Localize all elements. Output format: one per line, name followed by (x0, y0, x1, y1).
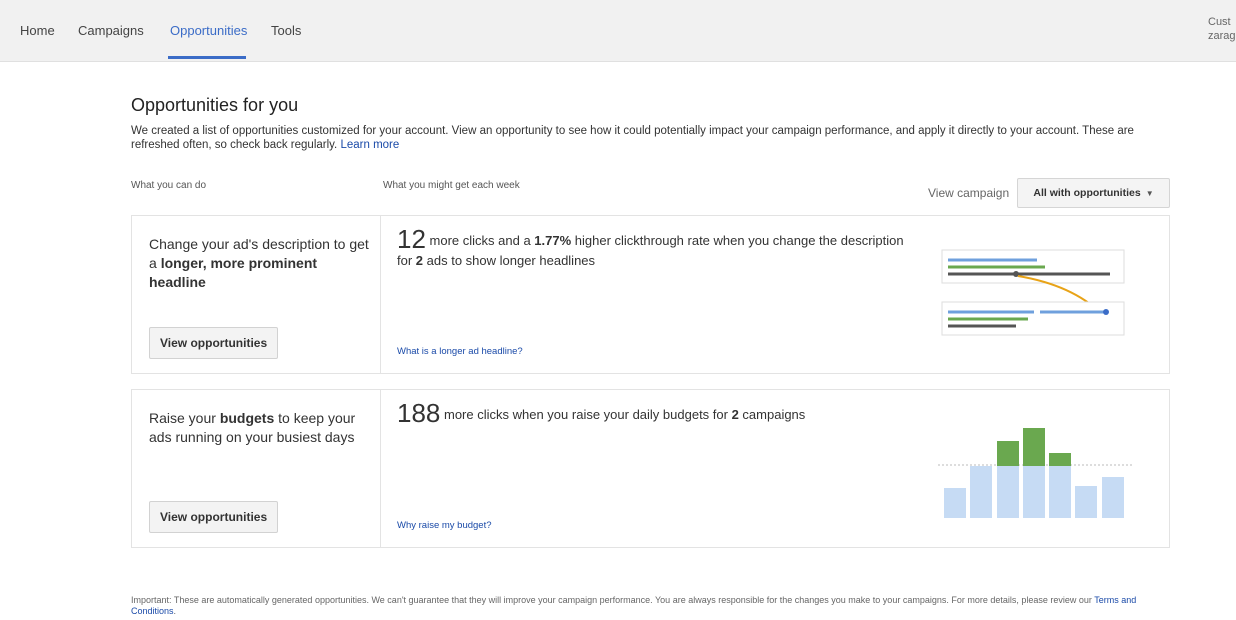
opportunity-card-headline: Change your ad's description to get a lo… (131, 215, 1170, 374)
learn-more-link[interactable]: Learn more (340, 139, 399, 151)
intro-text: We created a list of opportunities custo… (131, 124, 1151, 152)
opportunity-description: Raise your budgets to keep your ads runn… (149, 409, 374, 447)
tab-campaigns[interactable]: Campaigns (78, 23, 144, 38)
view-opportunities-button[interactable]: View opportunities (149, 501, 279, 533)
benefit-number: 188 (397, 398, 441, 428)
longer-headline-help-link[interactable]: What is a longer ad headline? (397, 346, 523, 357)
intro-body: We created a list of opportunities custo… (131, 125, 1134, 151)
benefit-text: ads to show longer headlines (423, 253, 596, 268)
view-opportunities-button[interactable]: View opportunities (149, 327, 279, 359)
campaign-filter-dropdown[interactable]: All with opportunities ▼ (1017, 178, 1170, 208)
active-tab-indicator (168, 56, 246, 59)
opportunity-benefit: 188 more clicks when you raise your dail… (397, 400, 917, 426)
benefit-highlight: 1.77% (534, 233, 572, 248)
disclaimer-end: . (173, 606, 177, 616)
opportunity-description: Change your ad's description to get a lo… (149, 235, 374, 292)
column-header-what-you-might-get: What you might get each week (383, 180, 520, 191)
top-navigation: Home Campaigns Opportunities Tools Cust … (0, 0, 1236, 62)
raise-budget-help-link[interactable]: Why raise my budget? (397, 520, 492, 531)
footer-disclaimer: Important: These are automatically gener… (131, 595, 1171, 617)
benefit-highlight: 2 (731, 407, 739, 422)
account-info[interactable]: Cust zarago (1208, 15, 1236, 43)
description-text: Raise your (149, 410, 220, 426)
card-left-panel: Change your ad's description to get a lo… (132, 216, 381, 373)
campaign-filter-value: All with opportunities (1033, 187, 1141, 199)
benefit-text: campaigns (738, 407, 806, 422)
description-highlight: budgets (219, 410, 275, 426)
budget-bar-chart-icon (938, 428, 1134, 518)
benefit-text: more clicks when you raise your daily bu… (440, 407, 732, 422)
opportunity-card-budget: Raise your budgets to keep your ads runn… (131, 389, 1170, 548)
benefit-text: more clicks and a (425, 233, 535, 248)
card-left-panel: Raise your budgets to keep your ads runn… (132, 390, 381, 547)
account-name-line1: Cust (1208, 16, 1231, 28)
opportunity-benefit: 12 more clicks and a 1.77% higher clickt… (397, 226, 917, 271)
tab-opportunities[interactable]: Opportunities (170, 23, 247, 38)
tab-tools[interactable]: Tools (271, 23, 301, 38)
view-campaign-label: View campaign (928, 186, 1010, 200)
benefit-highlight: 2 (415, 253, 424, 268)
page-title: Opportunities for you (131, 95, 299, 115)
account-name-line2: zarago (1208, 30, 1236, 42)
description-highlight: longer, more prominent headline (149, 255, 318, 290)
column-header-what-you-can-do: What you can do (131, 180, 207, 191)
disclaimer-text: Important: These are automatically gener… (131, 595, 1092, 605)
headline-illustration-icon (941, 249, 1125, 336)
benefit-number: 12 (397, 224, 426, 254)
tab-home[interactable]: Home (20, 23, 55, 38)
caret-down-icon: ▼ (1145, 188, 1154, 198)
